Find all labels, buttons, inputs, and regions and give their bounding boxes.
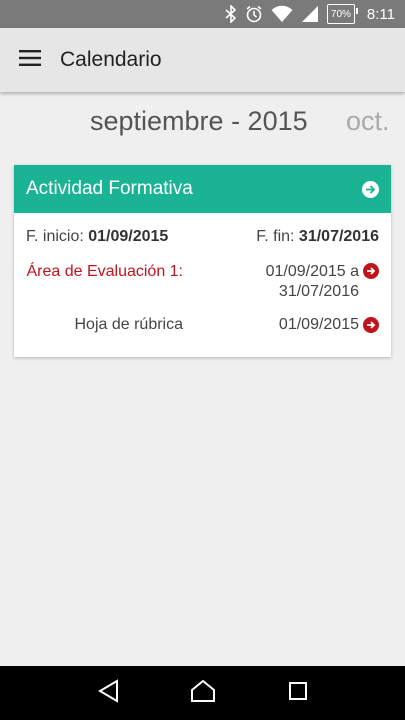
recents-icon (288, 681, 308, 706)
end-date: F. fin: 31/07/2016 (256, 228, 379, 246)
card-title: Actividad Formativa (26, 178, 193, 199)
rubric-label: Hoja de rúbrica (74, 316, 184, 333)
rubric-date: 01/09/2015 (278, 316, 359, 333)
wifi-icon (271, 4, 293, 24)
recents-button[interactable] (283, 678, 313, 708)
navigation-bar (0, 666, 405, 720)
end-date-label: F. fin: (256, 228, 295, 245)
current-month[interactable]: septiembre - 2015 (90, 106, 308, 137)
end-date-value: 31/07/2016 (298, 228, 379, 245)
evaluation-label[interactable]: Área de Evaluación 1: (13, 262, 183, 282)
arrow-right-circle-icon[interactable] (363, 317, 379, 333)
evaluation-dates: 01/09/2015 a 31/07/2016 (265, 263, 359, 300)
signal-icon (301, 4, 319, 24)
start-date: F. inicio: 01/09/2015 (26, 228, 168, 246)
month-selector: septiembre - 2015 oct. (0, 100, 405, 144)
app-bar: Calendario (0, 28, 405, 92)
menu-icon (19, 49, 41, 71)
card-header[interactable]: Actividad Formativa (14, 165, 391, 213)
back-button[interactable] (93, 678, 123, 708)
list-item-evaluation[interactable]: Área de Evaluación 1: 01/09/2015 a 31/07… (26, 262, 379, 304)
home-button[interactable] (188, 678, 218, 708)
start-date-value: 01/09/2015 (88, 228, 169, 245)
arrow-right-circle-icon[interactable] (362, 180, 379, 198)
back-icon (97, 678, 119, 708)
alarm-icon (245, 4, 263, 24)
arrow-right-circle-icon[interactable] (363, 263, 379, 279)
list-item-rubric[interactable]: Hoja de rúbrica 01/09/2015 (26, 316, 379, 336)
page-title: Calendario (60, 48, 162, 71)
status-time: 8:11 (366, 5, 395, 23)
status-bar: 70% 8:11 (0, 0, 405, 28)
menu-button[interactable] (0, 28, 60, 92)
dates-row: F. inicio: 01/09/2015 F. fin: 31/07/2016 (26, 228, 379, 248)
start-date-label: F. inicio: (26, 228, 84, 245)
next-month[interactable]: oct. (346, 106, 390, 137)
battery-icon: 70% (326, 4, 358, 24)
home-icon (190, 679, 216, 708)
activity-card: Actividad Formativa F. inicio: 01/09/201… (14, 165, 391, 357)
bluetooth-icon (225, 4, 237, 24)
